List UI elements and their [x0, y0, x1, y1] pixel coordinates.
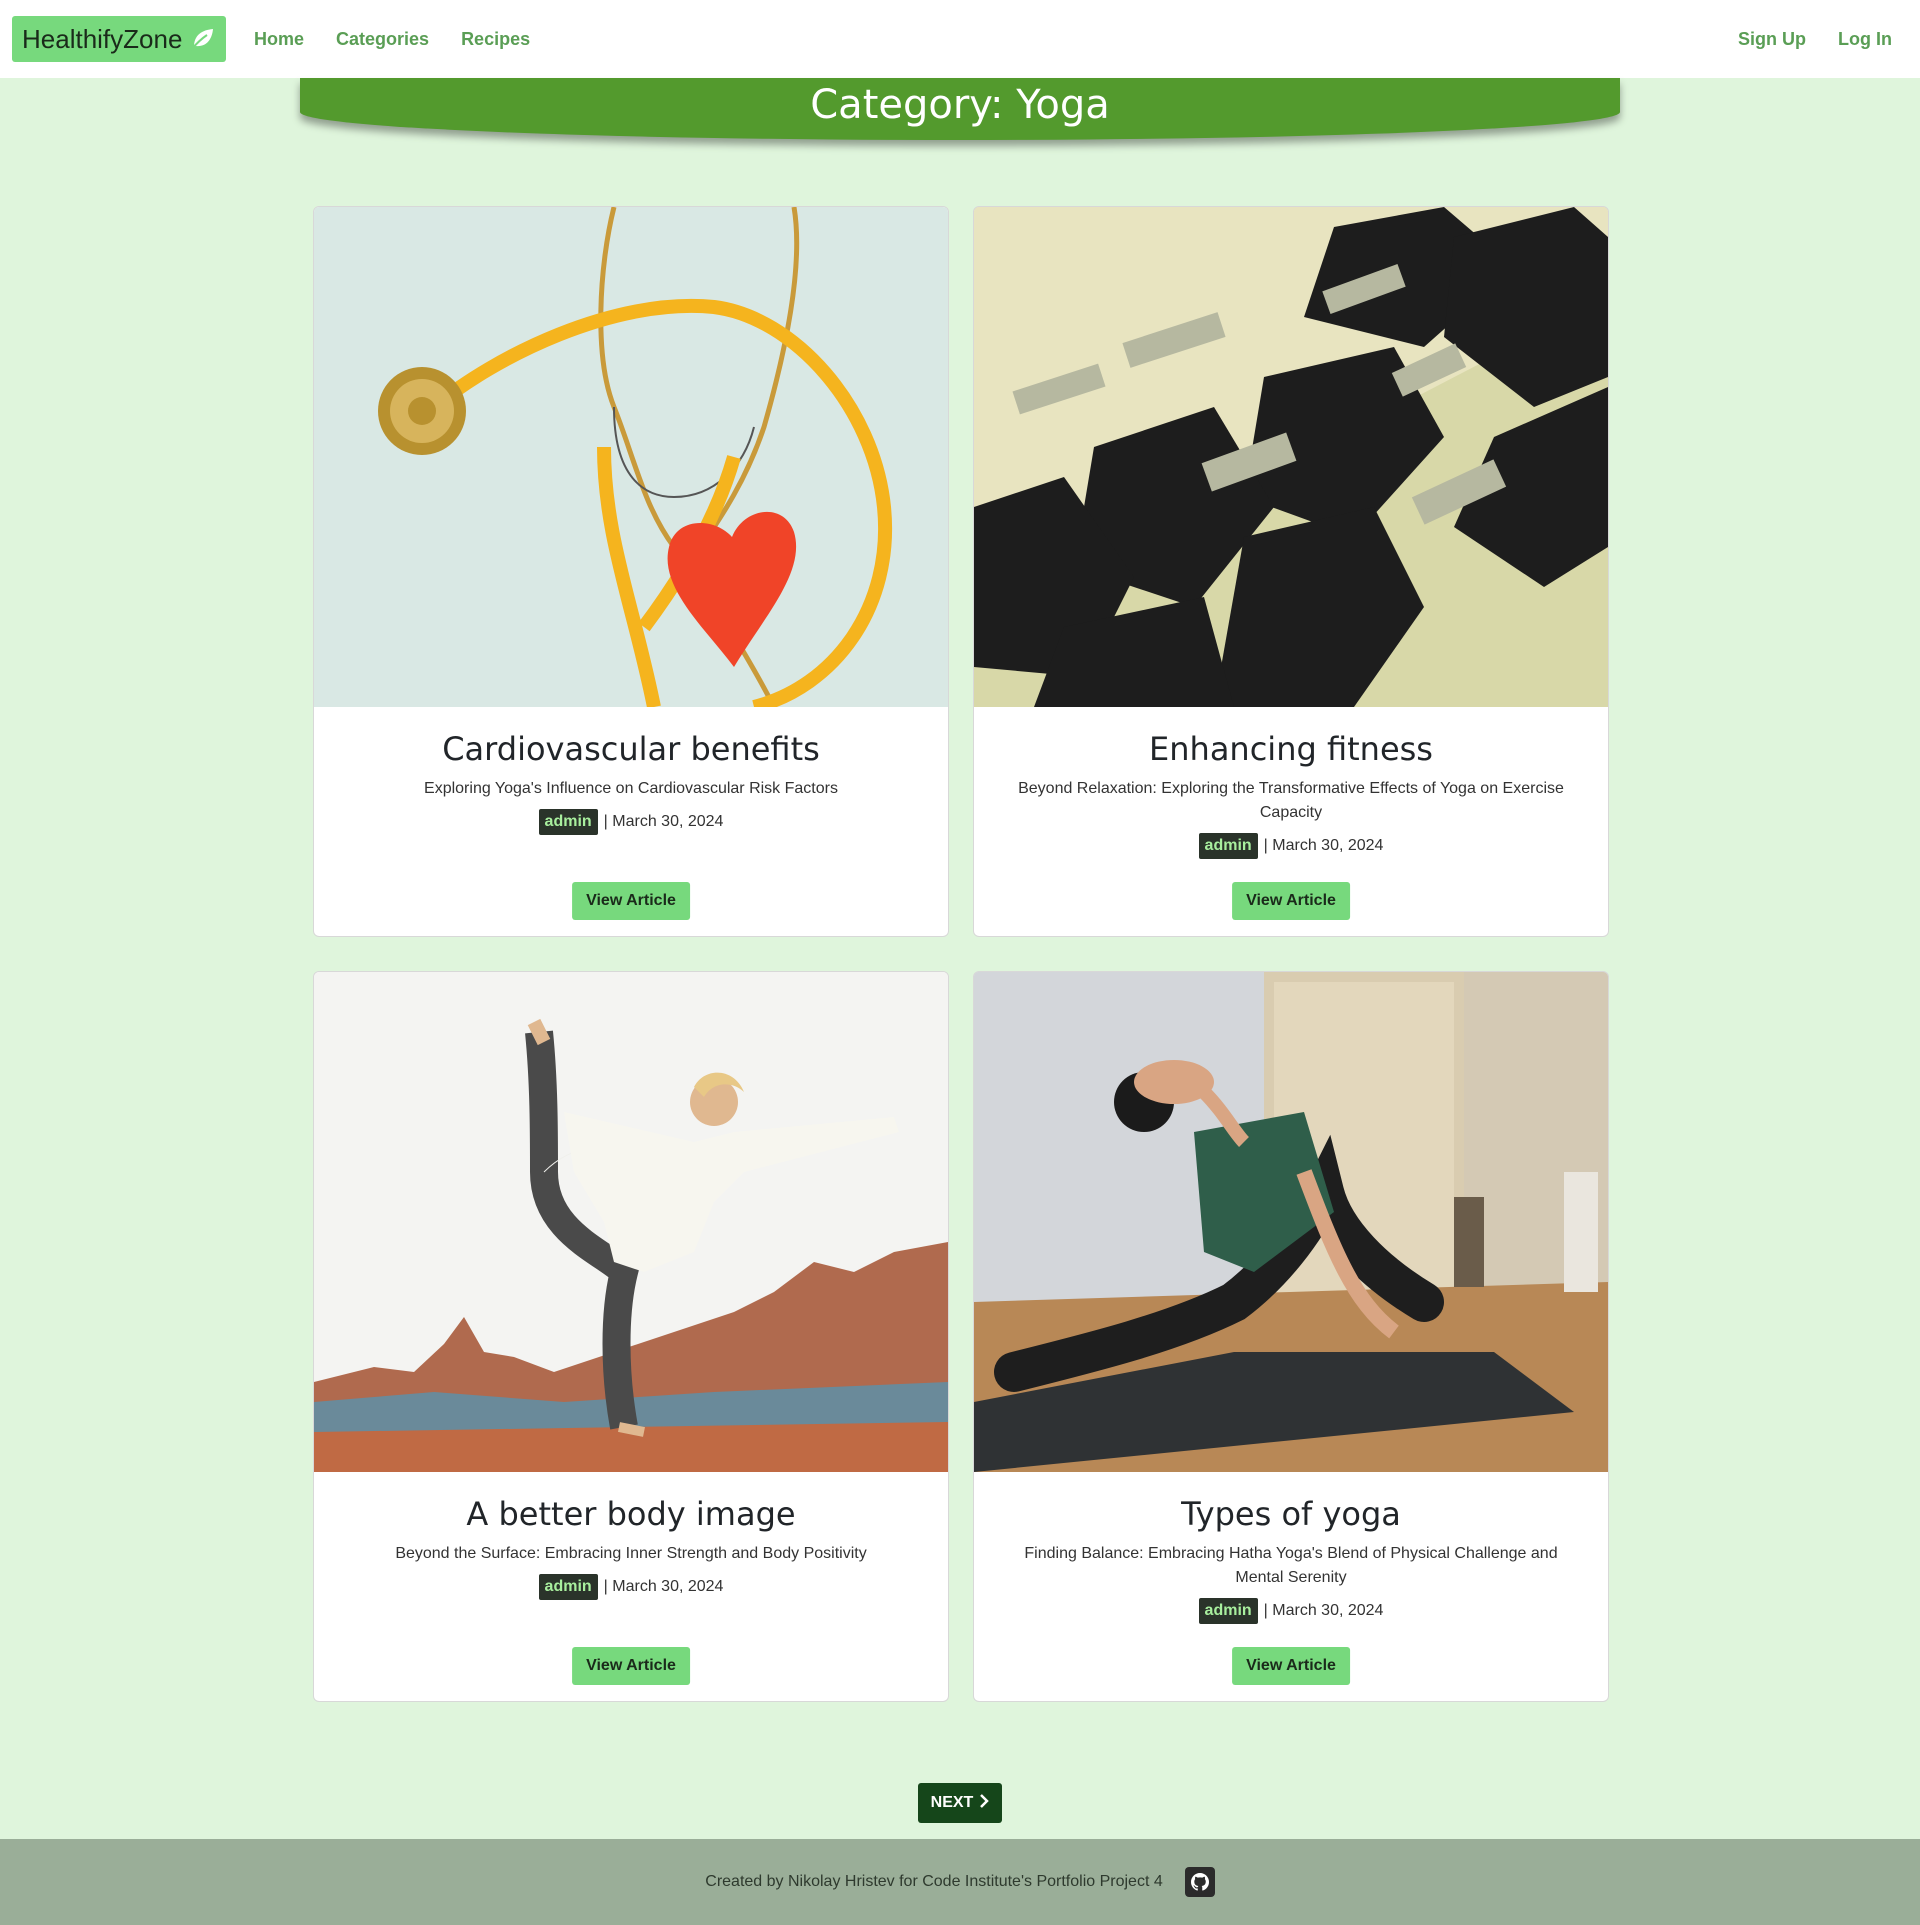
- view-article-button[interactable]: View Article: [1232, 1647, 1350, 1685]
- nav-home[interactable]: Home: [254, 29, 304, 50]
- main-nav: Home Categories Recipes: [254, 0, 530, 78]
- article-card: Enhancing fitness Beyond Relaxation: Exp…: [973, 206, 1609, 937]
- nav-recipes[interactable]: Recipes: [461, 29, 530, 50]
- article-meta: admin | March 30, 2024: [974, 1598, 1608, 1624]
- auth-nav: Sign Up Log In: [1738, 0, 1892, 78]
- view-article-button[interactable]: View Article: [572, 1647, 690, 1685]
- author-badge: admin: [538, 1574, 598, 1600]
- view-article-button[interactable]: View Article: [1232, 882, 1350, 920]
- category-banner: Category: Yoga: [300, 78, 1620, 148]
- next-page-button[interactable]: NEXT: [918, 1783, 1002, 1823]
- article-date: | March 30, 2024: [1263, 1602, 1384, 1619]
- stethoscope-heart-image[interactable]: [314, 207, 948, 707]
- footer: Created by Nikolay Hristev for Code Inst…: [0, 1839, 1920, 1925]
- cobra-pose-image[interactable]: [974, 972, 1608, 1472]
- nav-login[interactable]: Log In: [1838, 29, 1892, 50]
- article-title: Cardiovascular benefits: [442, 730, 820, 768]
- article-meta: admin | March 30, 2024: [974, 833, 1608, 859]
- article-meta: admin | March 30, 2024: [314, 1574, 948, 1600]
- next-label: NEXT: [930, 1794, 974, 1811]
- article-date: | March 30, 2024: [603, 1578, 724, 1595]
- brand-name: HealthifyZone: [22, 23, 183, 54]
- footer-credit: Created by Nikolay Hristev for Code Inst…: [705, 1873, 1163, 1890]
- article-card: Cardiovascular benefits Exploring Yoga's…: [313, 206, 949, 937]
- article-card: Types of yoga Finding Balance: Embracing…: [973, 971, 1609, 1702]
- nav-categories[interactable]: Categories: [336, 29, 429, 50]
- article-card: A better body image Beyond the Surface: …: [313, 971, 949, 1702]
- article-title: A better body image: [466, 1495, 796, 1533]
- author-badge: admin: [1198, 1598, 1258, 1624]
- article-subtitle: Finding Balance: Embracing Hatha Yoga's …: [1024, 1545, 1558, 1586]
- article-meta: admin | March 30, 2024: [314, 809, 948, 835]
- view-article-button[interactable]: View Article: [572, 882, 690, 920]
- dumbbells-image[interactable]: [974, 207, 1608, 707]
- github-icon[interactable]: [1184, 1867, 1215, 1897]
- article-title: Types of yoga: [1181, 1495, 1401, 1533]
- navbar: HealthifyZone Home Categories Recipes Si…: [0, 0, 1920, 78]
- author-badge: admin: [1198, 833, 1258, 859]
- brand-logo-link[interactable]: HealthifyZone: [12, 16, 227, 62]
- chevron-right-icon: [979, 1793, 990, 1813]
- article-date: | March 30, 2024: [603, 813, 724, 830]
- page-title: Category: Yoga: [810, 82, 1110, 128]
- article-subtitle: Beyond the Surface: Embracing Inner Stre…: [395, 1545, 867, 1562]
- author-badge: admin: [538, 809, 598, 835]
- yoga-pose-desert-image[interactable]: [314, 972, 948, 1472]
- article-subtitle: Exploring Yoga's Influence on Cardiovasc…: [424, 780, 838, 797]
- article-date: | March 30, 2024: [1263, 837, 1384, 854]
- leaf-icon: [188, 25, 216, 53]
- article-subtitle: Beyond Relaxation: Exploring the Transfo…: [1018, 780, 1564, 821]
- article-title: Enhancing fitness: [1149, 730, 1433, 768]
- nav-signup[interactable]: Sign Up: [1738, 29, 1806, 50]
